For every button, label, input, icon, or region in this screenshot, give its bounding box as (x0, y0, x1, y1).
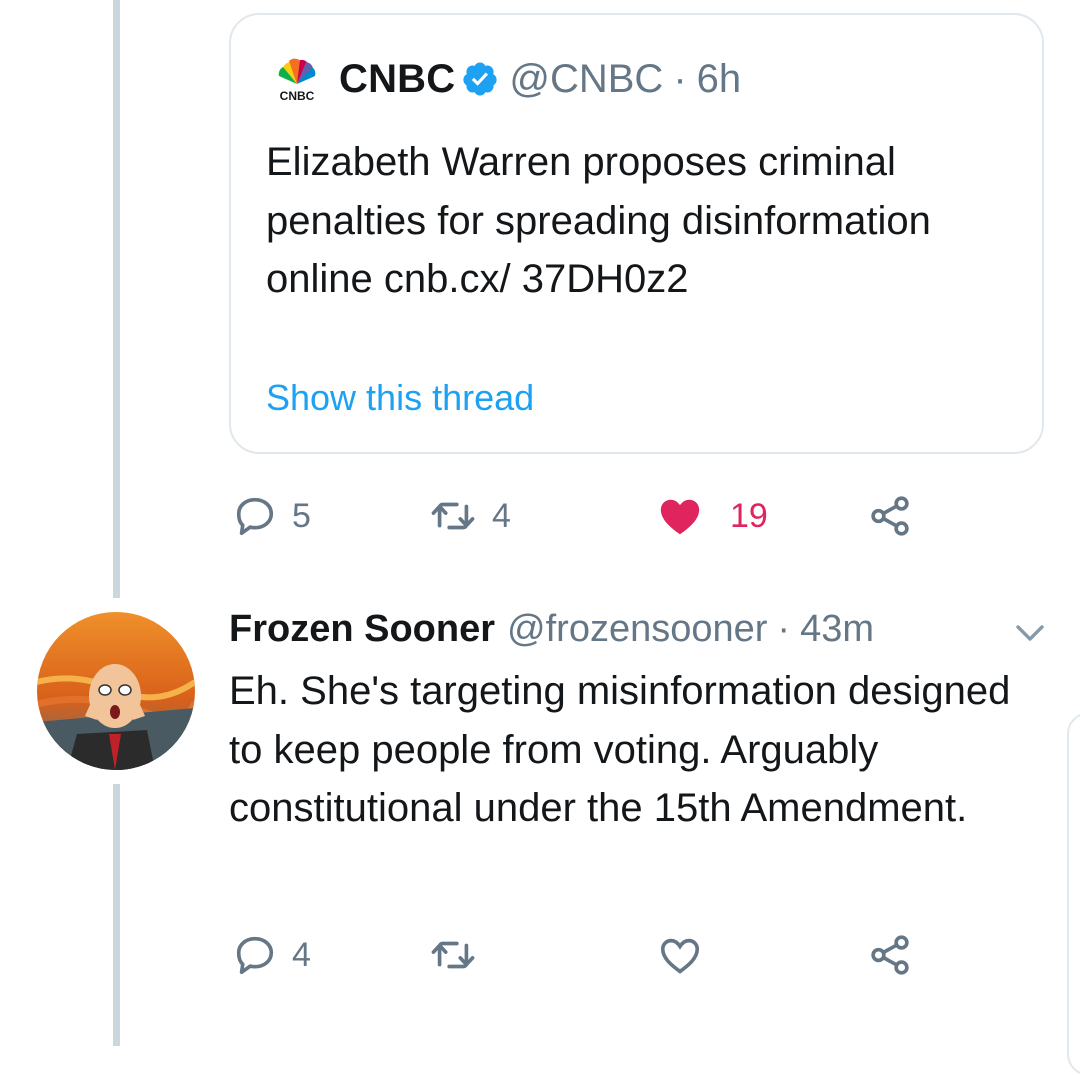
quoted-tweet-card[interactable]: CNBC CNBC @CNBC · 6h Elizabeth Warren pr… (229, 13, 1044, 454)
quoted-author-name[interactable]: CNBC (339, 57, 455, 102)
show-thread-link[interactable]: Show this thread (266, 377, 534, 419)
reply-author-handle[interactable]: @frozensooner (507, 608, 767, 651)
retweet-icon (431, 941, 475, 969)
thread-connector-line (113, 0, 120, 598)
reply-count: 4 (292, 935, 311, 974)
quoted-author-handle[interactable]: @CNBC (509, 57, 663, 102)
thread-connector-line (113, 784, 120, 1046)
reply-author-name[interactable]: Frozen Sooner (229, 608, 495, 651)
reply-button[interactable]: 5 (232, 486, 311, 546)
header-separator: · (777, 608, 791, 650)
reply-tweet-time[interactable]: 43m (800, 608, 874, 651)
reply-button[interactable]: 4 (232, 925, 311, 985)
quoted-tweet-text: Elizabeth Warren proposes criminal penal… (266, 140, 931, 301)
reply-tweet-text: Eh. She's targeting misinformation desig… (229, 669, 1011, 830)
reply-icon (236, 497, 274, 536)
retweet-count: 4 (492, 496, 511, 535)
like-count: 19 (730, 496, 768, 535)
heart-filled-icon (660, 499, 700, 535)
like-button[interactable]: 19 (656, 486, 768, 546)
verified-badge-icon (463, 62, 497, 96)
chevron-down-icon[interactable] (1012, 620, 1048, 646)
share-button[interactable] (866, 925, 914, 985)
share-icon (871, 496, 909, 536)
avatar[interactable] (37, 612, 195, 770)
like-button[interactable] (656, 925, 704, 985)
reply-icon (236, 936, 274, 975)
quoted-tweet-time[interactable]: 6h (697, 57, 742, 102)
share-button[interactable] (866, 486, 914, 546)
retweet-icon (431, 502, 475, 530)
retweet-button[interactable]: 4 (428, 486, 511, 546)
avatar-image (37, 612, 195, 770)
cnbc-peacock-logo: CNBC (278, 58, 316, 102)
reply-count: 5 (292, 496, 311, 535)
next-card-edge (1067, 712, 1080, 1076)
svg-text:CNBC: CNBC (280, 89, 315, 102)
reply-tweet-header: Frozen Sooner @frozensooner · 43m (229, 608, 874, 651)
heart-outline-icon (660, 938, 700, 974)
quoted-tweet-header: CNBC CNBC @CNBC · 6h (273, 55, 741, 103)
retweet-button[interactable] (428, 925, 478, 985)
header-separator: · (673, 56, 687, 101)
share-icon (871, 935, 909, 975)
